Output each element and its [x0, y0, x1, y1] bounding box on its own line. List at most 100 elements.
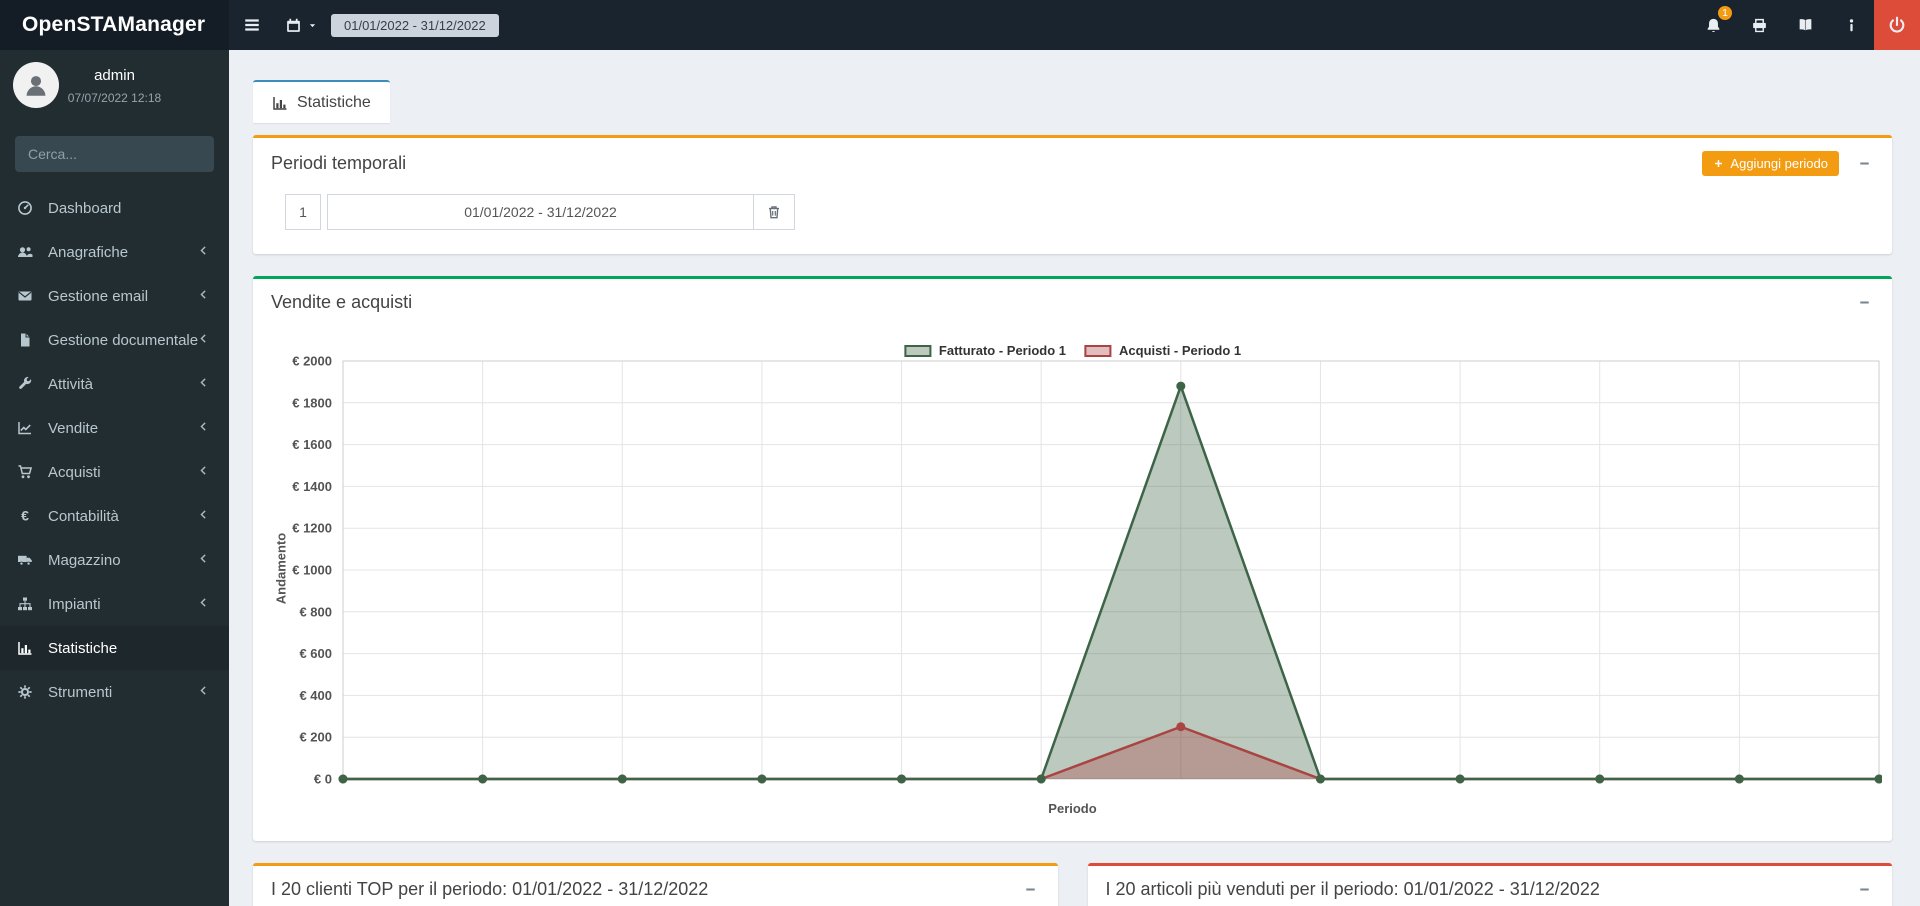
chevron-left-icon	[197, 244, 210, 257]
chart-plot-area: € 0€ 200€ 400€ 600€ 800€ 1000€ 1200€ 140…	[263, 333, 1882, 793]
sidebar-item-acquisti[interactable]: Acquisti	[0, 450, 229, 494]
sidebar-toggle-button[interactable]	[229, 0, 275, 50]
minus-icon	[1857, 156, 1872, 171]
collapse-top-articles-button[interactable]	[1855, 880, 1874, 900]
legend-item-fatturato: Fatturato - Periodo 1	[904, 343, 1066, 358]
app-logo[interactable]: OpenSTAManager	[0, 0, 229, 50]
search-input[interactable]	[15, 136, 214, 172]
sidebar-item-anagrafiche[interactable]: Anagrafiche	[0, 230, 229, 274]
tab-label: Statistiche	[297, 94, 371, 112]
legend-label: Acquisti - Periodo 1	[1119, 343, 1241, 358]
collapse-sales-button[interactable]	[1855, 293, 1874, 313]
legend-swatch-fatturato	[904, 345, 931, 357]
top-articles-card: I 20 articoli più venduti per il periodo…	[1088, 863, 1893, 906]
print-button[interactable]	[1736, 0, 1782, 50]
sidebar-item-vendite[interactable]: Vendite	[0, 406, 229, 450]
users-icon	[17, 244, 33, 260]
add-period-button[interactable]: Aggiungi periodo	[1702, 151, 1839, 176]
info-button[interactable]	[1828, 0, 1874, 50]
svg-text:€ 1800: € 1800	[292, 395, 332, 410]
chevron-left-icon	[197, 464, 210, 477]
sidebar-item-label: Anagrafiche	[48, 244, 128, 261]
chart-bar-icon	[272, 95, 288, 111]
hamburger-icon	[243, 16, 261, 34]
svg-text:€ 800: € 800	[299, 604, 332, 619]
main-content: Statistiche Periodi temporali Aggiungi p…	[229, 50, 1920, 906]
plus-icon	[1713, 158, 1724, 169]
legend-label: Fatturato - Periodo 1	[939, 343, 1066, 358]
chart-line-icon	[17, 420, 33, 436]
user-icon	[23, 72, 49, 98]
minus-icon	[1857, 882, 1872, 897]
legend-item-acquisti: Acquisti - Periodo 1	[1084, 343, 1241, 358]
sidebar-item-dashboard[interactable]: Dashboard	[0, 186, 229, 230]
period-picker-button[interactable]	[275, 0, 327, 50]
add-period-label: Aggiungi periodo	[1730, 156, 1828, 171]
sidebar-item-label: Contabilità	[48, 508, 119, 525]
chevron-left-icon	[197, 288, 210, 301]
sales-card-title: Vendite e acquisti	[271, 292, 412, 313]
avatar	[13, 62, 59, 108]
minus-icon	[1857, 295, 1872, 310]
sidebar-item-label: Impianti	[48, 596, 101, 613]
user-panel: admin 07/07/2022 12:18	[0, 50, 229, 120]
sidebar-item-gestione-email[interactable]: Gestione email	[0, 274, 229, 318]
sidebar: admin 07/07/2022 12:18 Dashboard Anagraf…	[0, 50, 229, 906]
chevron-left-icon	[197, 376, 210, 389]
truck-icon	[17, 552, 33, 568]
top-navbar: 01/01/2022 - 31/12/2022 1	[229, 0, 1920, 50]
top-articles-title: I 20 articoli più venduti per il periodo…	[1106, 879, 1600, 900]
collapse-top-clients-button[interactable]	[1021, 880, 1040, 900]
cart-icon	[17, 464, 33, 480]
calendar-icon	[285, 17, 302, 34]
chevron-left-icon	[197, 552, 210, 565]
sidebar-item-label: Gestione documentale	[48, 332, 198, 349]
sidebar-search	[15, 136, 214, 172]
selected-period-chip[interactable]: 01/01/2022 - 31/12/2022	[331, 14, 499, 37]
sidebar-item-strumenti[interactable]: Strumenti	[0, 670, 229, 714]
top-right-actions: 1	[1690, 0, 1920, 50]
sidebar-item-label: Dashboard	[48, 200, 121, 217]
dashboard-icon	[17, 200, 33, 216]
notification-count-badge: 1	[1718, 6, 1732, 20]
period-range-input[interactable]	[327, 194, 754, 230]
power-icon	[1888, 16, 1906, 34]
top-clients-title: I 20 clienti TOP per il periodo: 01/01/2…	[271, 879, 708, 900]
delete-period-button[interactable]	[753, 194, 795, 230]
logout-button[interactable]	[1874, 0, 1920, 50]
sidebar-item-label: Attività	[48, 376, 93, 393]
top-bar: OpenSTAManager 01/01/2022 - 31/12/2022 1	[0, 0, 1920, 50]
sidebar-item-statistiche[interactable]: Statistiche	[0, 626, 229, 670]
svg-text:€ 400: € 400	[299, 688, 332, 703]
bell-icon	[1705, 17, 1722, 34]
info-icon	[1844, 18, 1859, 33]
sales-chart: Fatturato - Periodo 1 Acquisti - Periodo…	[263, 333, 1882, 833]
sidebar-item-impianti[interactable]: Impianti	[0, 582, 229, 626]
collapse-periods-button[interactable]	[1855, 154, 1874, 174]
sidebar-item-magazzino[interactable]: Magazzino	[0, 538, 229, 582]
svg-text:€ 0: € 0	[314, 772, 332, 787]
tab-statistiche[interactable]: Statistiche	[253, 80, 390, 123]
printer-icon	[1751, 17, 1768, 34]
period-index-input[interactable]	[285, 194, 321, 230]
gear-icon	[17, 684, 33, 700]
periods-card: Periodi temporali Aggiungi periodo	[253, 135, 1892, 254]
chevron-left-icon	[197, 332, 210, 345]
top-clients-card: I 20 clienti TOP per il periodo: 01/01/2…	[253, 863, 1058, 906]
sidebar-item-label: Magazzino	[48, 552, 121, 569]
sidebar-item-attivita[interactable]: Attività	[0, 362, 229, 406]
chart-legend: Fatturato - Periodo 1 Acquisti - Periodo…	[898, 341, 1247, 360]
svg-text:€ 1000: € 1000	[292, 563, 332, 578]
svg-text:€ 2000: € 2000	[292, 354, 332, 369]
notifications-button[interactable]: 1	[1690, 0, 1736, 50]
sidebar-item-contabilita[interactable]: Contabilità	[0, 494, 229, 538]
period-row	[253, 188, 1892, 254]
svg-text:€ 600: € 600	[299, 646, 332, 661]
documentation-button[interactable]	[1782, 0, 1828, 50]
chevron-left-icon	[197, 596, 210, 609]
minus-icon	[1023, 882, 1038, 897]
bottom-cards-row: I 20 clienti TOP per il periodo: 01/01/2…	[253, 863, 1892, 906]
svg-text:€ 1200: € 1200	[292, 521, 332, 536]
sidebar-item-gestione-documentale[interactable]: Gestione documentale	[0, 318, 229, 362]
caret-down-icon	[307, 20, 318, 31]
